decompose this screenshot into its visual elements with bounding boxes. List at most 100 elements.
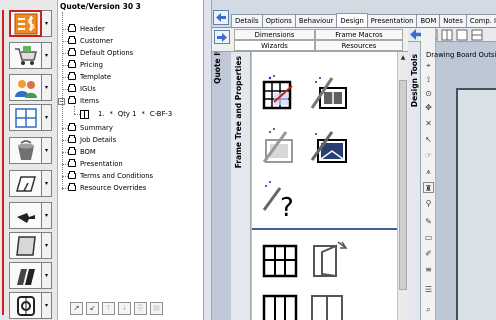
glass-button[interactable]: ▾ [9, 262, 53, 289]
tree-node-default-options[interactable]: Default Options [68, 48, 133, 58]
subtab-frame-macros[interactable]: Frame Macros [315, 29, 403, 40]
bucket-icon [9, 137, 42, 164]
tree-node-igus[interactable]: IGUs [68, 84, 96, 94]
settings-button[interactable]: ▾ [9, 292, 53, 319]
top-tab-bar: Details Options Behaviour Design Present… [212, 0, 496, 28]
frame-tree-tab[interactable]: Frame Tree and Properties [234, 56, 243, 168]
chevron-down-icon[interactable]: ▾ [42, 104, 52, 131]
pointer-icon[interactable]: ↖ [423, 134, 434, 145]
tab-design[interactable]: Design [336, 13, 368, 27]
design-tool-column: ⌖ ⟟ ⊙ ✥ ✕ ↖ ☞ ⩚ ♜ ⚲ ✎ ▭ ✐ ≡ ☰ ⌕ [421, 28, 436, 320]
chevron-down-icon[interactable]: ▾ [42, 202, 52, 229]
tree-node-summary[interactable]: Summary [68, 123, 113, 133]
layers-icon[interactable]: ≡ [423, 264, 434, 275]
move-icon[interactable]: ✥ [423, 102, 434, 113]
wizard-frame-split[interactable] [260, 124, 302, 166]
subtab-dimensions[interactable]: Dimensions [234, 29, 315, 40]
zoom-icon[interactable]: ⊙ [423, 88, 434, 99]
paint-icon[interactable]: ✎ [423, 216, 434, 227]
design-tools-tab[interactable]: Design Tools [410, 54, 419, 107]
tab-behaviour[interactable]: Behaviour [294, 14, 338, 27]
tool-rail: ▾ ▾ ▾ ▾ ▾ ▾ ▾ ▾ ▾ ▾ [0, 0, 58, 320]
tab-presentation[interactable]: Presentation [366, 14, 418, 27]
align-icon[interactable]: ☰ [423, 284, 434, 295]
drawing-board[interactable] [436, 52, 496, 320]
cart-button[interactable]: ▾ [9, 42, 53, 69]
wizard-mullion-grid[interactable] [260, 240, 302, 282]
material-button[interactable]: ▾ [9, 137, 53, 164]
move-bottom-icon[interactable]: ↙ [86, 301, 99, 315]
chevron-down-icon[interactable]: ▾ [42, 292, 52, 319]
app-window: ▾ ▾ ▾ ▾ ▾ ▾ ▾ ▾ ▾ ▾ Quote/Version 30 3 H… [0, 0, 496, 320]
tab-bom[interactable]: BOM [416, 14, 441, 27]
chevron-down-icon[interactable]: ▾ [42, 137, 52, 164]
scroll-up-icon[interactable]: ▲ [399, 54, 407, 62]
move-down-icon[interactable]: ↓ [118, 301, 131, 315]
wizard-blue-glass[interactable] [308, 124, 350, 166]
design-area: Details Options Behaviour Design Present… [212, 0, 496, 320]
chevron-down-icon[interactable]: ▾ [42, 232, 52, 259]
chevron-down-icon[interactable]: ▾ [42, 170, 52, 197]
subtab-resources[interactable]: Resources [315, 40, 403, 51]
tree-node-terms[interactable]: Terms and Conditions [68, 171, 153, 181]
tab-notes[interactable]: Notes [439, 14, 467, 27]
copy-icon[interactable]: ⎘ [134, 301, 147, 315]
tab-options[interactable]: Options [261, 14, 296, 27]
delete-icon[interactable]: ✕ [423, 118, 434, 129]
wizard-triple-grid[interactable] [260, 292, 302, 320]
tree-node-resource-overrides[interactable]: Resource Overrides [68, 183, 146, 193]
wizard-glazing-wand[interactable] [308, 72, 350, 114]
select-node-icon[interactable]: ⌖ [423, 60, 434, 71]
profile-shape-icon [9, 170, 42, 197]
tree-node-template[interactable]: Template [68, 72, 111, 82]
tab-details[interactable]: Details [231, 14, 263, 27]
chevron-down-icon[interactable]: ▾ [42, 42, 52, 69]
paste-icon[interactable]: ▤ [150, 301, 163, 315]
layout-grid-icon [9, 104, 42, 131]
tree-node-bom[interactable]: BOM [68, 147, 96, 157]
arrow-left-icon [216, 13, 226, 22]
tree-node-items[interactable]: − Items [58, 96, 99, 106]
tab-comp[interactable]: Comp. I [465, 14, 496, 27]
scroll-thumb[interactable] [399, 80, 407, 290]
drawing-board-title: Drawing Board Outsi [426, 51, 496, 59]
chevron-down-icon[interactable]: ▾ [42, 262, 52, 289]
hardware-button[interactable]: ▾ [9, 202, 53, 229]
pin-icon[interactable]: ⚲ [423, 198, 434, 209]
chevron-down-icon[interactable]: ▾ [42, 74, 52, 101]
quote-dollar-button[interactable]: ▾ [9, 10, 53, 37]
back-arrow-button[interactable] [213, 10, 229, 25]
tree-node-presentation[interactable]: Presentation [68, 159, 123, 169]
tree-node-job-details[interactable]: Job Details [68, 135, 116, 145]
profile-button[interactable]: ▾ [9, 170, 53, 197]
move-top-icon[interactable]: ↗ [70, 301, 83, 315]
hand-icon[interactable]: ☞ [423, 150, 434, 161]
wizard-grid-window[interactable] [260, 72, 302, 114]
glass-wand-icon [310, 77, 347, 109]
doc-icon[interactable]: ▭ [423, 232, 434, 243]
stamp-icon[interactable]: ♜ [423, 182, 434, 193]
tree-node-header[interactable]: Header [68, 24, 105, 34]
subtab-forward-button[interactable] [214, 30, 230, 44]
panel-button[interactable]: ▾ [9, 232, 53, 259]
palette-scrollbar[interactable]: ▲ [397, 52, 408, 320]
compass-icon[interactable]: ⩚ [423, 166, 434, 177]
tree-connector [74, 106, 75, 114]
measure-icon[interactable]: ⟟ [423, 74, 434, 85]
wizard-door-open[interactable] [308, 238, 350, 280]
tree-node-customer[interactable]: Customer [68, 36, 113, 46]
layout-button[interactable]: ▾ [9, 104, 53, 131]
collapse-toggle[interactable]: − [58, 97, 65, 105]
chevron-down-icon[interactable]: ▾ [42, 10, 52, 37]
tree-root-title[interactable]: Quote/Version 30 3 [60, 2, 141, 11]
tree-line-item[interactable]: 1. * Qty 1 * C-BF-3 [80, 109, 172, 119]
subtab-wizards[interactable]: Wizards [234, 40, 315, 51]
zoom-doc-icon[interactable]: ⌕ [423, 304, 434, 315]
tree-node-pricing[interactable]: Pricing [68, 60, 103, 70]
move-up-icon[interactable]: ↑ [102, 301, 115, 315]
users-button[interactable]: ▾ [9, 74, 53, 101]
window-item-icon [80, 109, 89, 119]
edit-doc-icon[interactable]: ✐ [423, 248, 434, 259]
wizard-double-frame[interactable] [308, 292, 350, 320]
wizard-question[interactable]: ? [260, 176, 302, 223]
